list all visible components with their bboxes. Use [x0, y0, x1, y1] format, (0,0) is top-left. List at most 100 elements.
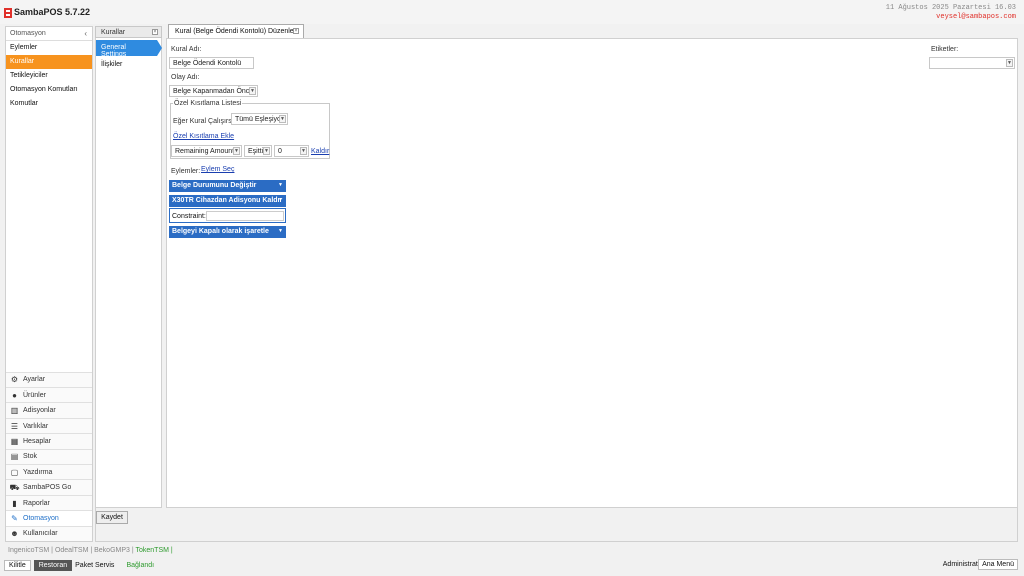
sidebar-item-kurallar[interactable]: Kurallar	[6, 55, 92, 69]
calculator-icon: ▦	[10, 436, 19, 446]
nav-yazdirma[interactable]: ▢ Yazdırma	[6, 464, 92, 480]
package-service[interactable]: Paket Servis	[75, 562, 114, 569]
chevron-down-icon[interactable]: ▼	[279, 115, 286, 123]
nav-label: SambaPOS Go	[23, 484, 72, 492]
pen-icon: ✎	[11, 513, 18, 523]
tickets-icon: ▥	[10, 406, 19, 416]
chevron-down-icon[interactable]: ▼	[1006, 59, 1013, 67]
constraint-input[interactable]	[206, 211, 284, 221]
restaurant-button[interactable]: Restoran	[33, 559, 73, 571]
car-icon: ⛟	[9, 482, 20, 492]
rule-name-input[interactable]: Belge Ödendi Kontolü	[169, 57, 254, 69]
add-constraint-link[interactable]: Özel Kısıtlama Ekle	[173, 133, 234, 140]
action-label: X30TR Cihazdan Adisyonu Kaldır	[172, 197, 283, 204]
nav-label: Otomasyon	[23, 514, 59, 522]
document-icon: ▢	[10, 467, 19, 477]
save-bar	[95, 508, 1018, 542]
nav-label: Stok	[23, 453, 38, 461]
sidebar-item-tetikleyiciler[interactable]: Tetikleyiciler	[6, 69, 92, 83]
user-email: veysel@sambapos.com	[936, 13, 1016, 21]
event-name-label: Olay Adı:	[171, 74, 200, 81]
tab-kurallar[interactable]: Kurallar ×	[95, 26, 162, 38]
device-status: IngenicoTSM | OdealTSM | BekoGMP3 | Toke…	[8, 547, 173, 554]
token-device: TokenTSM |	[135, 547, 173, 554]
chevron-left-icon[interactable]: ‹	[84, 29, 87, 38]
rule-match-label: Eğer Kural Çalışırsa	[173, 118, 236, 125]
sidebar-header[interactable]: Otomasyon ‹	[6, 27, 92, 41]
event-name-value: Belge Kapanmadan Önce	[173, 88, 254, 95]
chevron-down-icon[interactable]: ▼	[300, 147, 307, 155]
close-icon[interactable]: ×	[152, 29, 158, 35]
chevron-down-icon[interactable]: ▼	[233, 147, 240, 155]
rule-match-select[interactable]: Tümü Eşleşiyor ▼	[231, 113, 288, 125]
tab-kurallar-label: Kurallar	[101, 29, 126, 36]
remove-constraint-link[interactable]: Kaldır	[311, 148, 329, 155]
nav-label: Adisyonlar	[23, 407, 56, 415]
action-item[interactable]: Belge Durumunu Değiştir ▼	[169, 180, 286, 192]
sidebar-item-otomasyon-komutlari[interactable]: Otomasyon Komutları	[6, 83, 92, 97]
nav-kullanicilar[interactable]: ☻ Kullanıcılar	[6, 525, 92, 541]
app-title: SambaPOS 5.7.22	[14, 7, 91, 17]
constraint-operator-select[interactable]: Eşittir ▼	[244, 145, 272, 157]
relations-item[interactable]: İlişkiler	[101, 61, 122, 68]
action-item[interactable]: X30TR Cihazdan Adisyonu Kaldır ▼	[169, 195, 286, 207]
chevron-down-icon[interactable]: ▼	[249, 87, 256, 95]
connection-status: Bağlandı	[126, 561, 155, 569]
rules-panel	[95, 26, 162, 508]
tags-label: Etiketler:	[931, 46, 959, 53]
nav-raporlar[interactable]: ▮ Raporlar	[6, 494, 92, 511]
sambapos-logo-icon	[4, 8, 12, 18]
chevron-down-icon[interactable]: ▼	[263, 147, 270, 155]
chevron-down-icon[interactable]: ▼	[278, 182, 283, 189]
chevron-down-icon[interactable]: ▼	[278, 197, 283, 204]
actions-label: Eylemler:	[171, 168, 201, 175]
rule-name-label: Kural Adı:	[171, 46, 202, 53]
sidebar-item-eylemler[interactable]: Eylemler	[6, 41, 92, 55]
close-icon[interactable]: ×	[293, 28, 299, 34]
constraint-value: 0	[278, 148, 282, 155]
save-button[interactable]: Kaydet	[96, 511, 128, 524]
nav-varliklar[interactable]: ☰ Varlıklar	[6, 417, 92, 434]
nav-label: Yazdırma	[23, 468, 53, 476]
date-time: 11 Ağustos 2025 Pazartesi 16.03	[885, 4, 1016, 12]
main-menu-button[interactable]: Ana Menü	[978, 559, 1018, 570]
nav-label: Hesaplar	[23, 437, 52, 445]
tab-rule-editor[interactable]: Kural (Belge Ödendi Kontolü) Düzenle ×	[168, 24, 304, 38]
title-bar: SambaPOS 5.7.22 11 Ağustos 2025 Pazartes…	[0, 0, 1024, 24]
entities-icon: ☰	[10, 421, 19, 431]
action-label: Belge Durumunu Değiştir	[172, 182, 257, 189]
tab-rule-editor-label: Kural (Belge Ödendi Kontolü) Düzenle	[175, 28, 294, 35]
nav-label: Varlıklar	[23, 422, 49, 430]
nav-label: Ayarlar	[23, 376, 46, 384]
constraint-field-select[interactable]: Remaining Amount ▼	[171, 145, 242, 157]
gear-icon: ⚙	[10, 375, 19, 385]
action-item[interactable]: Belgeyi Kapalı olarak işaretle ▼	[169, 226, 286, 238]
nav-hesaplar[interactable]: ▦ Hesaplar	[6, 433, 92, 449]
tags-select[interactable]: ▼	[929, 57, 1015, 69]
lock-button[interactable]: Kilitle	[4, 559, 31, 571]
user-icon: ☻	[10, 529, 19, 539]
chevron-down-icon[interactable]: ▼	[278, 228, 283, 235]
general-settings-item[interactable]: General Settings	[96, 40, 157, 58]
sidebar-item-komutlar[interactable]: Komutlar	[6, 97, 92, 111]
chart-icon: ▮	[12, 498, 17, 508]
product-icon: ●	[12, 390, 17, 400]
module-nav: ⚙ Ayarlar ● Ürünler ▥ Adisyonlar ☰ Varlıklar…	[6, 371, 92, 541]
nav-ayarlar[interactable]: ⚙ Ayarlar	[6, 371, 92, 388]
device-list: IngenicoTSM | OdealTSM | BekoGMP3 |	[8, 547, 134, 554]
select-action-link[interactable]: Eylem Seç	[201, 166, 234, 173]
nav-stok[interactable]: ▤ Stok	[6, 448, 92, 465]
nav-adisyonlar[interactable]: ▥ Adisyonlar	[6, 402, 92, 418]
action-label: Belgeyi Kapalı olarak işaretle	[172, 228, 269, 235]
inventory-icon: ▤	[10, 452, 19, 462]
nav-label: Kullanıcılar	[23, 530, 58, 538]
nav-sambapos-go[interactable]: ⛟ SambaPOS Go	[6, 479, 92, 495]
constraint-field-value: Remaining Amount	[175, 148, 235, 155]
nav-label: Raporlar	[23, 499, 50, 507]
event-name-select[interactable]: Belge Kapanmadan Önce ▼	[169, 85, 258, 97]
nav-otomasyon[interactable]: ✎ Otomasyon	[6, 510, 92, 526]
selection-arrow	[157, 40, 162, 56]
nav-urunler[interactable]: ● Ürünler	[6, 387, 92, 403]
constraint-value-select[interactable]: 0 ▼	[274, 145, 309, 157]
constraint-label: Constraint:	[172, 213, 206, 220]
